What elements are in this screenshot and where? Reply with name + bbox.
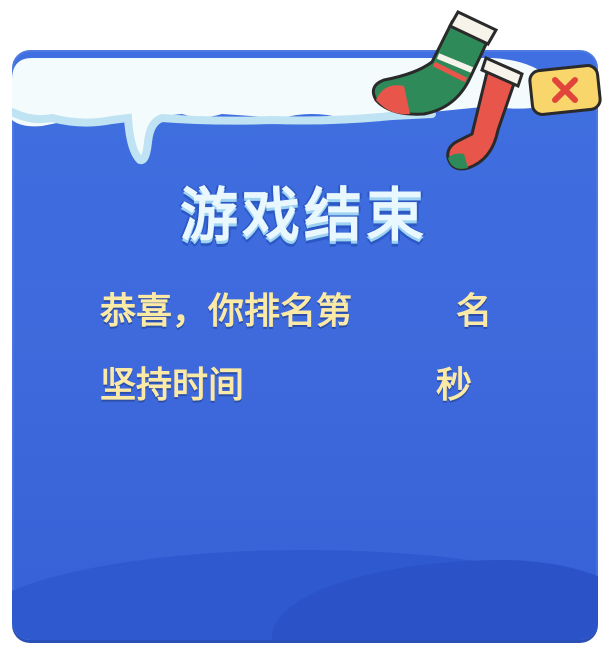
close-icon xyxy=(528,64,602,116)
rank-suffix: 名 xyxy=(456,291,493,332)
time-label: 坚持时间 xyxy=(100,365,245,406)
rank-prefix: 恭喜，你排名第 xyxy=(100,291,353,332)
close-button[interactable] xyxy=(527,64,603,116)
time-unit: 秒 xyxy=(436,365,473,406)
christmas-socks-decoration xyxy=(371,10,524,171)
green-sock-icon xyxy=(371,10,499,116)
